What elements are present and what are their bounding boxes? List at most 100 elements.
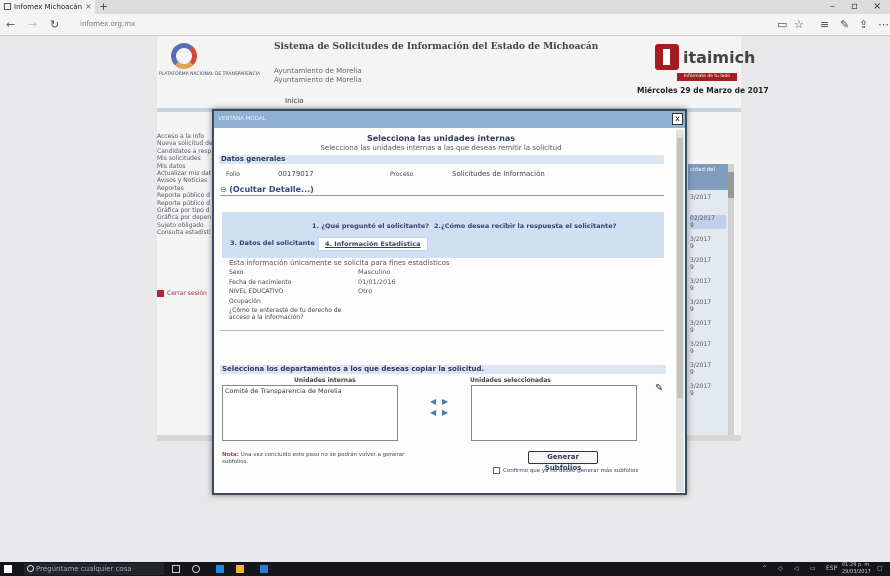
move-all-right-icon[interactable]: ▶ — [442, 408, 448, 417]
date-cell: 3/2017 9 — [690, 278, 712, 292]
sexo-label: Sexo — [229, 269, 244, 276]
side-menu-item[interactable]: Reporte público d — [157, 192, 217, 199]
favorite-star-icon[interactable]: ☆ — [794, 18, 804, 31]
inicio-link[interactable]: Inicio — [285, 97, 304, 105]
date-cell: 3/2017 9 — [690, 341, 712, 355]
selected-units-list[interactable] — [471, 385, 637, 441]
side-menu-item[interactable]: Mis datos — [157, 163, 217, 170]
education-label: NIVEL EDUCATIVO — [229, 288, 284, 295]
refresh-icon[interactable]: ↻ — [50, 18, 59, 31]
taskbar-search-input[interactable]: Pregúntame cualquier cosa — [24, 563, 164, 575]
reading-view-icon[interactable]: ▭ — [777, 18, 787, 31]
keyboard-icon[interactable]: ▭ — [810, 565, 816, 572]
note-prefix: Nota: — [222, 452, 239, 458]
side-menu-item[interactable]: Gráfica por tipo d — [157, 207, 217, 214]
edge-icon[interactable] — [216, 565, 224, 573]
divider — [220, 195, 664, 196]
proceso-label: Proceso — [390, 171, 414, 178]
cortana-ring-icon[interactable] — [192, 565, 200, 573]
clock[interactable]: 01:29 p. m. 29/03/2017 — [842, 562, 874, 576]
windows-start-icon[interactable] — [4, 565, 12, 573]
side-menu-item[interactable]: Reportes — [157, 185, 217, 192]
clock-time: 01:29 p. m. — [842, 562, 871, 568]
share-icon[interactable]: ⇪ — [859, 18, 868, 31]
back-icon[interactable]: ← — [6, 18, 15, 31]
selected-units-label: Unidades seleccionadas — [470, 377, 551, 384]
logout-label: Cerrar sesión — [167, 290, 207, 297]
close-tab-icon[interactable]: × — [85, 2, 92, 11]
itaimich-name: itaimich — [683, 48, 756, 67]
modal-body: Selecciona las unidades internas Selecci… — [218, 130, 676, 490]
tab-title: Infomex Michoacán — [14, 3, 83, 11]
itaimich-mark-icon — [655, 44, 679, 70]
statistics-note: Esta información únicamente se solicita … — [229, 259, 450, 267]
side-menu-item[interactable]: Sujeto obligado — [157, 222, 217, 229]
volume-icon[interactable]: ◁ — [794, 565, 799, 572]
folio-value: 00179017 — [278, 170, 314, 178]
maximize-icon[interactable]: ▫ — [851, 1, 858, 12]
confirm-checkbox[interactable] — [493, 467, 500, 474]
departments-header: Selecciona los departamentos a los que d… — [220, 365, 666, 374]
hub-icon[interactable]: ≡ — [820, 18, 829, 31]
more-icon[interactable]: ⋯ — [878, 18, 889, 31]
url-field[interactable]: infomex.org.mx — [80, 20, 135, 28]
modal-scrollbar[interactable] — [676, 130, 684, 492]
network-icon[interactable]: ◇ — [778, 565, 783, 572]
tray-chevron-icon[interactable]: ^ — [762, 565, 767, 572]
date-cell: 3/2017 9 — [690, 362, 712, 376]
side-menu: Acceso a la info Nueva solicitud de Cand… — [157, 133, 217, 237]
side-menu-item[interactable]: Actualizar mis dat — [157, 170, 217, 177]
language-indicator[interactable]: ESP — [826, 565, 837, 572]
tab-delivery[interactable]: 2.¿Cómo desea recibir la respuesta el so… — [434, 222, 616, 230]
side-menu-item[interactable]: Avisos y Noticias — [157, 177, 217, 184]
tab-statistics[interactable]: 4. Información Estadística — [318, 237, 428, 251]
pnt-swirl-icon — [171, 43, 197, 69]
modal-scrollbar-thumb[interactable] — [677, 138, 683, 398]
browser-tab[interactable]: Infomex Michoacán × — [0, 0, 95, 14]
minimize-icon[interactable]: – — [830, 1, 835, 12]
page-scrollbar[interactable] — [728, 164, 734, 436]
column-header: cidad del — [688, 164, 728, 190]
collapse-icon: ⊖ — [220, 185, 230, 194]
store-icon[interactable] — [260, 565, 268, 573]
side-menu-item[interactable]: Consulta estadísti — [157, 229, 217, 236]
side-menu-item[interactable]: Gráfica por depen — [157, 214, 217, 221]
itaimich-logo: itaimich Infórmate de tu lado — [655, 44, 755, 86]
notifications-icon[interactable]: ▢ — [877, 565, 883, 572]
move-right-icon[interactable]: ▶ — [442, 397, 448, 406]
proceso-value: Solicitudes de Información — [452, 170, 545, 178]
move-all-left-icon[interactable]: ◀ — [430, 408, 436, 417]
list-item[interactable]: Comité de Transparencia de Morelia — [223, 386, 397, 396]
current-date: Miércoles 29 de Marzo de 2017 — [637, 86, 769, 95]
side-menu-item[interactable]: Reporte público d — [157, 200, 217, 207]
general-data-header: Datos generales — [219, 155, 664, 164]
side-menu-item[interactable]: Nueva solicitud de — [157, 140, 217, 147]
generate-subfolios-button[interactable]: Generar Subfolios — [528, 451, 598, 472]
how-learned-label: ¿Cómo te enteraste de tu derecho de acce… — [229, 307, 342, 321]
side-menu-item[interactable]: Mis solicitudes — [157, 155, 217, 162]
scrollbar-thumb[interactable] — [728, 172, 734, 198]
internal-units-list[interactable]: Comité de Transparencia de Morelia — [222, 385, 398, 441]
pnt-logo: PLATAFORMA NACIONAL DE TRANSPARENCIA — [157, 40, 260, 86]
tab-question[interactable]: 1. ¿Qué preguntó el solicitante? — [312, 222, 429, 230]
pencil-icon[interactable]: ✎ — [655, 383, 663, 394]
file-explorer-icon[interactable] — [236, 565, 244, 573]
side-menu-item[interactable]: Candidatos a resp — [157, 148, 217, 155]
task-view-icon[interactable] — [172, 565, 180, 573]
side-menu-item[interactable]: Acceso a la info — [157, 133, 217, 140]
tab-requester-data[interactable]: 3. Datos del solicitante — [230, 239, 315, 247]
hide-detail-toggle[interactable]: ⊖ (Ocultar Detalle...) — [220, 185, 314, 194]
notes-icon[interactable]: ✎ — [840, 18, 849, 31]
modal-close-button[interactable]: x — [672, 113, 683, 125]
occupation-label: Ocupación — [229, 298, 261, 305]
close-window-icon[interactable]: × — [873, 1, 881, 12]
logout-link[interactable]: Cerrar sesión — [157, 290, 207, 297]
move-left-icon[interactable]: ◀ — [430, 397, 436, 406]
new-tab-button[interactable]: + — [99, 0, 108, 13]
date-cell: 3/2017 9 — [690, 257, 712, 271]
site-title: Sistema de Solicitudes de Información de… — [274, 42, 599, 52]
logout-icon — [157, 290, 164, 297]
forward-icon[interactable]: → — [28, 18, 37, 31]
date-cell: 3/2017 9 — [690, 236, 712, 250]
folio-label: Folio — [226, 171, 240, 178]
